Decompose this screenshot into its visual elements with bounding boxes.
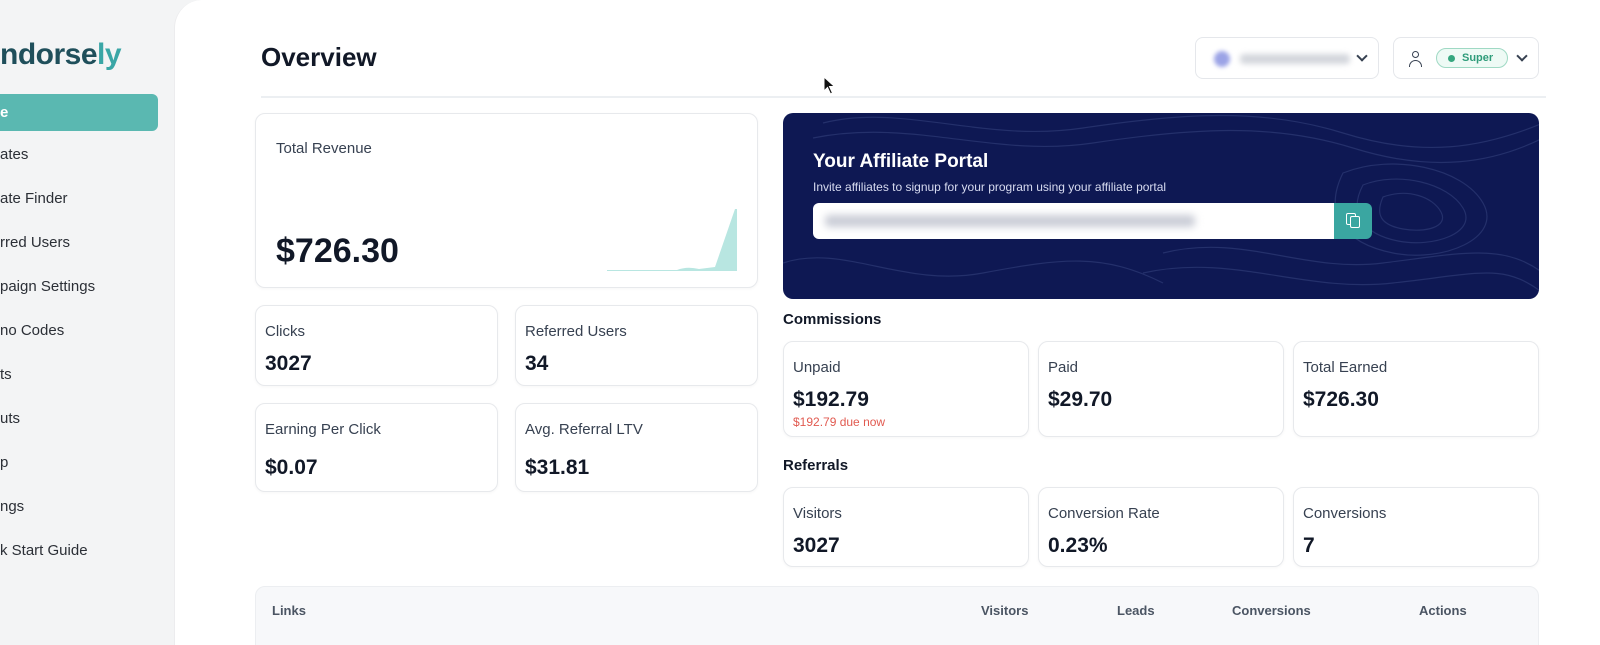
page-title: Overview [261,42,377,72]
chevron-down-icon [1516,50,1528,62]
total-revenue-label: Total Revenue [276,140,372,157]
sidebar-item-ts[interactable]: ts [0,366,12,383]
clicks-card: Clicks 3027 [255,305,498,386]
conversions-label: Conversions [1303,505,1387,522]
brand-logo-part1: ndorse [0,38,98,71]
portal-subtitle: Invite affiliates to signup for your pro… [813,180,1167,194]
brand-logo[interactable]: ndorsely [0,38,122,72]
column-header-links[interactable]: Links [272,603,306,618]
conversion-rate-card: Conversion Rate 0.23% [1038,487,1284,567]
brand-logo-part2: ly [97,38,122,71]
commissions-heading: Commissions [783,311,882,328]
visitors-label: Visitors [793,505,842,522]
sidebar-item-campaign-settings[interactable]: paign Settings [0,278,95,295]
affiliate-portal-card: Your Affiliate Portal Invite affiliates … [783,113,1539,299]
total-earned-label: Total Earned [1303,359,1388,376]
status-dot [1448,55,1455,62]
visitors-value: 3027 [793,534,840,557]
workspace-select[interactable] [1195,37,1379,79]
visitors-card: Visitors 3027 [783,487,1029,567]
plan-badge: Super [1436,48,1508,68]
chevron-down-icon [1356,50,1368,62]
sidebar-item-affiliates[interactable]: ates [0,146,28,163]
total-earned-card: Total Earned $726.30 [1293,341,1539,437]
total-revenue-value: $726.30 [276,232,399,270]
column-header-visitors[interactable]: Visitors [981,603,1028,618]
sidebar-item-quick-start-guide[interactable]: k Start Guide [0,542,88,559]
portal-link-redacted [825,215,1195,227]
workspace-name-redacted [1240,54,1350,64]
conversions-value: 7 [1303,534,1315,557]
referred-users-value: 34 [525,352,549,375]
avg-referral-ltv-value: $31.81 [525,456,590,479]
sidebar-item-promo-codes[interactable]: no Codes [0,322,64,339]
portal-link-field[interactable] [813,203,1334,239]
column-header-leads[interactable]: Leads [1117,603,1155,618]
unpaid-card: Unpaid $192.79 $192.79 due now [783,341,1029,437]
unpaid-label: Unpaid [793,359,841,376]
conversion-rate-value: 0.23% [1048,534,1108,557]
sidebar-item-payouts[interactable]: uts [0,410,20,427]
revenue-sparkline [607,209,737,271]
unpaid-due-note: $192.79 due now [793,415,886,429]
sidebar-item-active[interactable]: e [0,94,158,131]
clicks-label: Clicks [265,323,305,340]
sidebar: ndorsely e ates ate Finder rred Users pa… [0,0,176,645]
workspace-avatar [1214,51,1230,67]
column-header-conversions[interactable]: Conversions [1232,603,1311,618]
paid-label: Paid [1048,359,1079,376]
paid-card: Paid $29.70 [1038,341,1284,437]
sidebar-item-referred-users[interactable]: rred Users [0,234,70,251]
total-earned-value: $726.30 [1303,388,1379,411]
mouse-cursor-icon [823,76,836,95]
earning-per-click-value: $0.07 [265,456,318,479]
conversion-rate-label: Conversion Rate [1048,505,1160,522]
clicks-value: 3027 [265,352,312,375]
main-panel: Overview Super Total Revenue $726.30 Cli… [174,0,1600,645]
referred-users-card: Referred Users 34 [515,305,758,386]
referrals-heading: Referrals [783,457,849,474]
sidebar-item-p[interactable]: p [0,454,8,471]
links-table: Links Visitors Leads Conversions Actions [255,586,1539,645]
header-divider [261,96,1546,98]
person-icon [1408,51,1422,67]
plan-badge-label: Super [1462,52,1494,64]
avg-referral-ltv-label: Avg. Referral LTV [525,421,643,438]
sidebar-item-settings[interactable]: ngs [0,498,24,515]
sidebar-item-affiliate-finder[interactable]: ate Finder [0,190,68,207]
referred-users-label: Referred Users [525,323,627,340]
portal-title: Your Affiliate Portal [813,151,989,172]
earning-per-click-label: Earning Per Click [265,421,381,438]
avg-referral-ltv-card: Avg. Referral LTV $31.81 [515,403,758,492]
total-revenue-card: Total Revenue $726.30 [255,113,758,288]
column-header-actions[interactable]: Actions [1419,603,1467,618]
unpaid-value: $192.79 [793,388,869,411]
earning-per-click-card: Earning Per Click $0.07 [255,403,498,492]
conversions-card: Conversions 7 [1293,487,1539,567]
copy-link-button[interactable] [1334,203,1372,239]
account-menu-button[interactable]: Super [1393,37,1539,79]
paid-value: $29.70 [1048,388,1113,411]
